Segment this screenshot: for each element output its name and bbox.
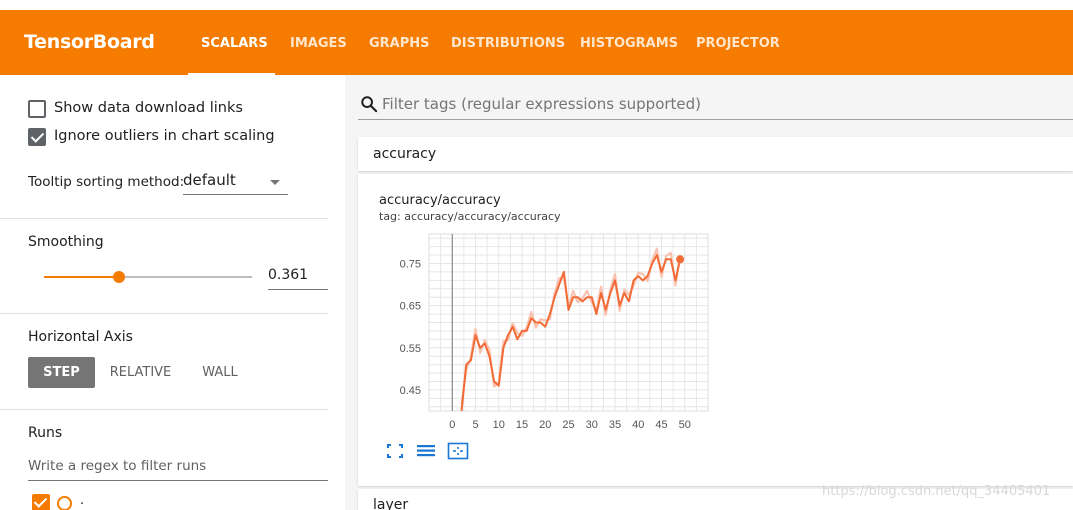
y-tick-label: 0.75	[400, 259, 421, 271]
chart-title: accuracy/accuracy	[379, 193, 501, 208]
main-panel: Filter tags (regular expressions support…	[345, 75, 1073, 510]
run-color-swatch[interactable]	[57, 496, 72, 510]
y-tick-label: 0.55	[400, 343, 421, 355]
axis-step-button[interactable]: STEP	[28, 357, 95, 388]
top-app-bar: TensorBoard SCALARS IMAGES GRAPHS DISTRI…	[0, 10, 1073, 75]
x-tick-label: 40	[632, 419, 644, 431]
tag-filter-input[interactable]: Filter tags (regular expressions support…	[382, 95, 701, 113]
x-tick-label: 30	[586, 419, 598, 431]
horizontal-axis-label: Horizontal Axis	[28, 329, 133, 345]
runs-filter-underline	[28, 480, 328, 481]
x-tick-label: 15	[516, 419, 528, 431]
axis-wall-button[interactable]: WALL	[192, 357, 248, 388]
x-tick-label: 5	[472, 419, 478, 431]
sidebar: Show data download links Ignore outliers…	[0, 75, 345, 510]
tooltip-sort-select[interactable]: default	[183, 171, 236, 189]
scalar-line-chart[interactable]: 0.45 0.55 0.65 0.75 0 5 10 15 20 25 30 35 40 45 50	[378, 224, 718, 439]
divider	[0, 218, 328, 219]
smoothing-input[interactable]: 0.361	[268, 267, 308, 283]
x-tick-label: 10	[493, 419, 505, 431]
tag-filter[interactable]: Filter tags (regular expressions support…	[358, 90, 1073, 120]
show-download-links-label: Show data download links	[54, 100, 243, 116]
series-last-point	[676, 255, 685, 264]
tab-scalars[interactable]: SCALARS	[201, 36, 268, 51]
select-underline	[183, 194, 288, 195]
show-download-links-checkbox[interactable]	[28, 100, 46, 118]
chart-tag: tag: accuracy/accuracy/accuracy	[379, 210, 561, 223]
runs-label: Runs	[28, 425, 63, 441]
ignore-outliers-checkbox[interactable]	[28, 128, 46, 146]
tab-images[interactable]: IMAGES	[290, 36, 347, 51]
x-tick-label: 50	[679, 419, 691, 431]
divider	[0, 409, 328, 410]
tab-histograms[interactable]: HISTOGRAMS	[580, 36, 678, 51]
log-scale-icon[interactable]	[416, 442, 436, 460]
search-icon	[361, 96, 378, 113]
fit-domain-icon[interactable]	[447, 442, 469, 460]
y-tick-label: 0.65	[400, 301, 421, 313]
group-title: accuracy	[373, 146, 437, 162]
divider	[0, 313, 328, 314]
tab-distributions[interactable]: DISTRIBUTIONS	[451, 36, 565, 51]
ignore-outliers-label: Ignore outliers in chart scaling	[54, 128, 275, 144]
tab-graphs[interactable]: GRAPHS	[369, 36, 430, 51]
smoothing-slider-thumb[interactable]	[113, 271, 125, 283]
watermark: https://blog.csdn.net/qq_34405401	[822, 484, 1051, 499]
run-name: .	[80, 493, 85, 508]
smoothing-slider-fill	[44, 276, 119, 278]
x-tick-label: 0	[449, 419, 455, 431]
app-title: TensorBoard	[24, 31, 155, 53]
chevron-down-icon[interactable]	[270, 180, 280, 185]
tooltip-sort-label: Tooltip sorting method:	[28, 174, 185, 190]
run-checkbox[interactable]	[32, 494, 50, 510]
x-tick-label: 20	[539, 419, 551, 431]
group-header-accuracy[interactable]: accuracy	[358, 137, 1073, 171]
group-title: layer	[373, 497, 409, 510]
y-tick-label: 0.45	[400, 385, 421, 397]
x-tick-label: 45	[655, 419, 667, 431]
fullscreen-icon[interactable]	[385, 442, 405, 460]
smoothing-label: Smoothing	[28, 234, 104, 250]
smoothing-input-underline	[268, 289, 328, 290]
runs-filter-input[interactable]: Write a regex to filter runs	[28, 458, 206, 474]
x-tick-label: 25	[562, 419, 574, 431]
x-tick-label: 35	[609, 419, 621, 431]
scalar-chart-card: accuracy/accuracy tag: accuracy/accuracy…	[358, 174, 1073, 486]
axis-relative-button[interactable]: RELATIVE	[103, 357, 178, 388]
tab-projector[interactable]: PROJECTOR	[696, 36, 780, 51]
